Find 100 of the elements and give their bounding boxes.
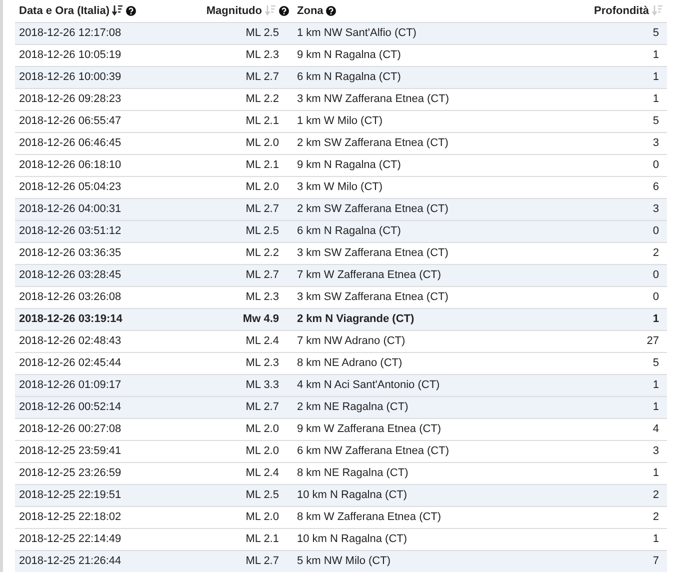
magnitude-cell: Mw 4.9 — [242, 312, 279, 325]
zone-cell: 3 km SW Zafferana Etnea (CT) — [297, 290, 448, 303]
magnitude-cell: ML 2.7 — [246, 400, 279, 413]
help-icon[interactable] — [126, 6, 136, 16]
date-time-cell: 2018-12-26 03:36:35 — [19, 246, 122, 259]
magnitude-cell: ML 2.7 — [246, 268, 279, 281]
magnitude-cell: ML 2.4 — [246, 334, 279, 347]
magnitude-cell: ML 2.3 — [246, 48, 279, 61]
date-time-cell: 2018-12-26 06:55:47 — [19, 114, 122, 127]
depth-cell: 0 — [652, 224, 659, 237]
depth-cell: 27 — [646, 334, 659, 347]
zone-cell: 9 km N Ragalna (CT) — [297, 158, 401, 171]
magnitude-cell: ML 2.0 — [246, 510, 279, 523]
help-icon[interactable] — [279, 6, 289, 16]
zone-cell: 6 km NW Zafferana Etnea (CT) — [297, 444, 450, 457]
zone-cell: 10 km N Ragalna (CT) — [297, 488, 408, 501]
magnitude-cell: ML 2.5 — [246, 488, 279, 501]
date-time-cell: 2018-12-26 04:00:31 — [19, 202, 122, 215]
depth-cell: 7 — [652, 555, 659, 567]
date-time-cell: 2018-12-26 03:19:14 — [19, 312, 122, 325]
zone-cell: 2 km SW Zafferana Etnea (CT) — [297, 202, 448, 215]
depth-cell: 1 — [652, 70, 659, 83]
column-header[interactable]: Profondità — [594, 2, 649, 19]
depth-cell: 3 — [652, 136, 659, 149]
date-time-cell: 2018-12-26 03:51:12 — [19, 224, 122, 237]
depth-cell: 2 — [652, 246, 659, 259]
zone-cell: 6 km N Ragalna (CT) — [297, 224, 401, 237]
depth-cell: 1 — [652, 378, 659, 391]
magnitude-cell: ML 2.7 — [246, 202, 279, 215]
date-time-cell: 2018-12-26 01:09:17 — [19, 378, 122, 391]
magnitude-cell: ML 2.3 — [246, 290, 279, 303]
date-time-cell: 2018-12-26 05:04:23 — [19, 180, 122, 193]
magnitude-cell: ML 2.7 — [246, 555, 279, 567]
column-header[interactable]: Magnitudo — [206, 2, 262, 19]
depth-cell: 2 — [652, 510, 659, 523]
depth-cell: 5 — [652, 26, 659, 39]
zone-cell: 4 km N Aci Sant'Antonio (CT) — [297, 378, 440, 391]
depth-cell: 1 — [652, 532, 659, 545]
magnitude-cell: ML 3.3 — [246, 378, 279, 391]
date-time-cell: 2018-12-25 22:18:02 — [19, 510, 122, 523]
zone-cell: 3 km NW Zafferana Etnea (CT) — [297, 92, 450, 105]
zone-cell: 5 km NW Milo (CT) — [297, 555, 390, 567]
depth-cell: 0 — [652, 268, 659, 281]
depth-cell: 1 — [652, 312, 659, 325]
zone-cell: 3 km SW Zafferana Etnea (CT) — [297, 246, 448, 259]
column-header[interactable]: Zona — [297, 2, 324, 19]
magnitude-cell: ML 2.2 — [246, 92, 279, 105]
magnitude-cell: ML 2.5 — [246, 224, 279, 237]
magnitude-cell: ML 2.7 — [246, 70, 279, 83]
zone-cell: 2 km N Viagrande (CT) — [297, 312, 414, 325]
column-header[interactable]: Data e Ora (Italia) — [19, 2, 110, 19]
date-time-cell: 2018-12-26 10:05:19 — [19, 48, 122, 61]
zone-cell: 2 km NE Ragalna (CT) — [297, 400, 408, 413]
depth-cell: 0 — [652, 290, 659, 303]
magnitude-cell: ML 2.0 — [246, 180, 279, 193]
help-icon[interactable] — [326, 6, 336, 16]
zone-cell: 1 km W Milo (CT) — [297, 114, 383, 127]
magnitude-cell: ML 2.0 — [246, 136, 279, 149]
date-time-cell: 2018-12-26 00:27:08 — [19, 422, 122, 435]
zone-cell: 8 km W Zafferana Etnea (CT) — [297, 510, 442, 523]
zone-cell: 7 km W Zafferana Etnea (CT) — [297, 268, 442, 281]
magnitude-cell: ML 2.4 — [246, 466, 279, 479]
depth-cell: 2 — [652, 488, 659, 501]
depth-cell: 4 — [652, 422, 659, 435]
zone-cell: 8 km NE Adrano (CT) — [297, 356, 402, 369]
depth-cell: 3 — [652, 202, 659, 215]
depth-cell: 0 — [652, 158, 659, 171]
date-time-cell: 2018-12-26 02:48:43 — [19, 334, 122, 347]
date-time-cell: 2018-12-25 21:26:44 — [19, 555, 122, 567]
magnitude-cell: ML 2.1 — [246, 532, 279, 545]
magnitude-cell: ML 2.2 — [246, 246, 279, 259]
zone-cell: 2 km SW Zafferana Etnea (CT) — [297, 136, 448, 149]
date-time-cell: 2018-12-25 23:59:41 — [19, 444, 122, 457]
magnitude-cell: ML 2.3 — [246, 356, 279, 369]
zone-cell: 8 km NE Ragalna (CT) — [297, 466, 408, 479]
depth-cell: 1 — [652, 92, 659, 105]
depth-cell: 1 — [652, 466, 659, 479]
date-time-cell: 2018-12-25 22:14:49 — [19, 532, 122, 545]
date-time-cell: 2018-12-25 22:19:51 — [19, 488, 122, 501]
date-time-cell: 2018-12-26 06:46:45 — [19, 136, 122, 149]
magnitude-cell: ML 2.0 — [246, 444, 279, 457]
date-time-cell: 2018-12-26 03:28:45 — [19, 268, 122, 281]
magnitude-cell: ML 2.0 — [246, 422, 279, 435]
depth-cell: 5 — [652, 356, 659, 369]
depth-cell: 1 — [652, 400, 659, 413]
depth-cell: 6 — [652, 180, 659, 193]
date-time-cell: 2018-12-26 02:45:44 — [19, 356, 122, 369]
zone-cell: 7 km NW Adrano (CT) — [297, 334, 406, 347]
depth-cell: 1 — [652, 48, 659, 61]
date-time-cell: 2018-12-26 06:18:10 — [19, 158, 122, 171]
magnitude-cell: ML 2.1 — [246, 114, 279, 127]
date-time-cell: 2018-12-26 00:52:14 — [19, 400, 122, 413]
date-time-cell: 2018-12-26 10:00:39 — [19, 70, 122, 83]
zone-cell: 6 km N Ragalna (CT) — [297, 70, 401, 83]
date-time-cell: 2018-12-25 23:26:59 — [19, 466, 122, 479]
zone-cell: 9 km N Ragalna (CT) — [297, 48, 401, 61]
zone-cell: 3 km W Milo (CT) — [297, 180, 383, 193]
zone-cell: 9 km W Zafferana Etnea (CT) — [297, 422, 442, 435]
sort-descending-icon[interactable] — [112, 5, 124, 16]
zone-cell: 10 km N Ragalna (CT) — [297, 532, 408, 545]
